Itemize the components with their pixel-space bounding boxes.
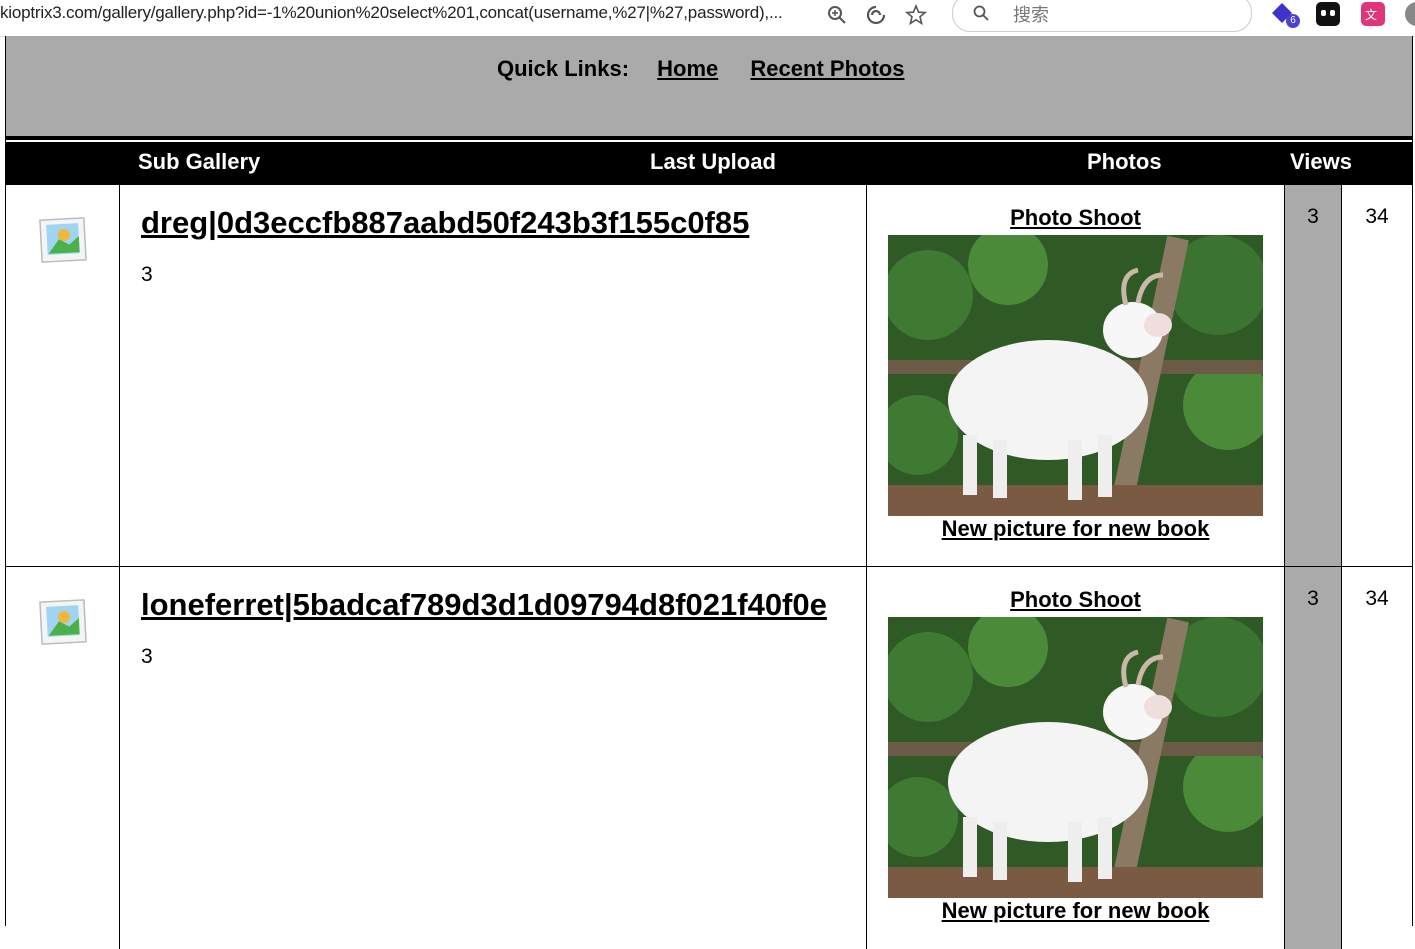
- sub-gallery-cell: loneferret|5badcaf789d3d1d09794d8f021f40…: [120, 567, 867, 949]
- photo-shoot-link[interactable]: Photo Shoot: [867, 587, 1284, 613]
- translate-extension-icon[interactable]: 文: [1361, 2, 1385, 26]
- sub-gallery-count: 3: [141, 645, 153, 668]
- browser-toolbar: kioptrix3.com/gallery/gallery.php?id=-1%…: [0, 0, 1415, 37]
- star-icon[interactable]: [903, 2, 929, 28]
- header-photos: Photos: [1087, 149, 1162, 174]
- search-placeholder: 搜索: [1013, 5, 1049, 25]
- home-link[interactable]: Home: [657, 56, 718, 81]
- address-bar[interactable]: kioptrix3.com/gallery/gallery.php?id=-1%…: [0, 3, 783, 23]
- table-header: Sub Gallery Last Upload Photos Views: [6, 142, 1412, 184]
- search-icon: [973, 5, 989, 21]
- gallery-page: Quick Links: Home Recent Photos Sub Gall…: [5, 36, 1413, 949]
- extension-badge: 6: [1286, 14, 1300, 28]
- quick-links-bar: Quick Links: Home Recent Photos: [6, 36, 1412, 140]
- photos-count: 3: [1307, 205, 1319, 228]
- photo-caption-link[interactable]: New picture for new book: [867, 898, 1284, 924]
- gallery-thumbnail-icon[interactable]: [39, 215, 87, 265]
- goat-photo[interactable]: [888, 617, 1263, 898]
- table-row: loneferret|5badcaf789d3d1d09794d8f021f40…: [6, 566, 1412, 949]
- zoom-icon[interactable]: [824, 2, 850, 28]
- gallery-icon-cell: [6, 567, 120, 949]
- svg-text:文: 文: [1365, 7, 1377, 22]
- recent-photos-link[interactable]: Recent Photos: [750, 56, 904, 81]
- header-last-upload: Last Upload: [650, 149, 776, 174]
- header-views: Views: [1290, 149, 1352, 174]
- extension-mask-icon[interactable]: [1316, 2, 1340, 26]
- views-count-cell: 34: [1342, 567, 1412, 949]
- photos-count-cell: 3: [1285, 567, 1342, 949]
- header-sub-gallery: Sub Gallery: [138, 149, 261, 174]
- goat-photo[interactable]: [888, 235, 1263, 516]
- sub-gallery-title-link[interactable]: dreg|0d3eccfb887aabd50f243b3f155c0f85: [141, 205, 749, 241]
- quick-links-label: Quick Links:: [497, 56, 630, 81]
- views-count: 34: [1365, 587, 1389, 610]
- last-upload-cell: Photo Shoot New picture for new book: [867, 567, 1285, 949]
- profile-icon[interactable]: [1405, 2, 1415, 26]
- refresh-app-icon[interactable]: [863, 2, 889, 28]
- sub-gallery-cell: dreg|0d3eccfb887aabd50f243b3f155c0f85 3: [120, 185, 867, 567]
- last-upload-cell: Photo Shoot New picture for new book: [867, 185, 1285, 567]
- views-count-cell: 34: [1342, 185, 1412, 567]
- photos-count-cell: 3: [1285, 185, 1342, 567]
- gallery-icon-cell: [6, 185, 120, 567]
- search-box[interactable]: 搜索: [952, 0, 1252, 32]
- photos-count: 3: [1307, 587, 1319, 610]
- table-row: dreg|0d3eccfb887aabd50f243b3f155c0f85 3 …: [6, 184, 1412, 567]
- photo-caption-link[interactable]: New picture for new book: [867, 516, 1284, 542]
- gallery-thumbnail-icon[interactable]: [39, 597, 87, 647]
- sub-gallery-title-link[interactable]: loneferret|5badcaf789d3d1d09794d8f021f40…: [141, 587, 827, 623]
- sub-gallery-count: 3: [141, 263, 153, 286]
- views-count: 34: [1365, 205, 1389, 228]
- photo-shoot-link[interactable]: Photo Shoot: [867, 205, 1284, 231]
